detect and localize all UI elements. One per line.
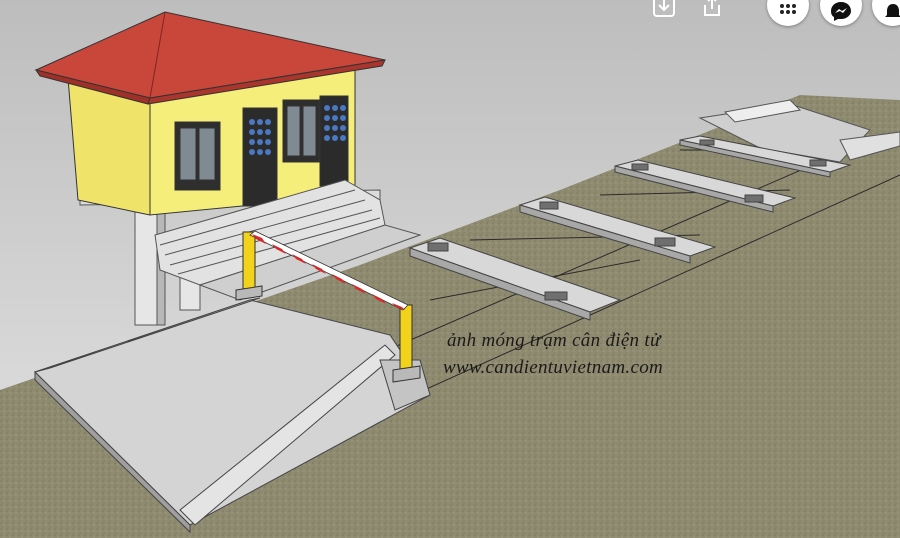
caption-line-2: www.candientuvietnam.com [443,357,664,378]
screenshot: ảnh móng trạm cân điện tử www.candientuv… [0,0,900,538]
caption-line-1: ảnh móng trạm cân điện tử [447,330,661,351]
weighbridge-scene [0,0,900,538]
download-icon[interactable] [650,0,678,20]
share-icon[interactable] [698,0,726,20]
